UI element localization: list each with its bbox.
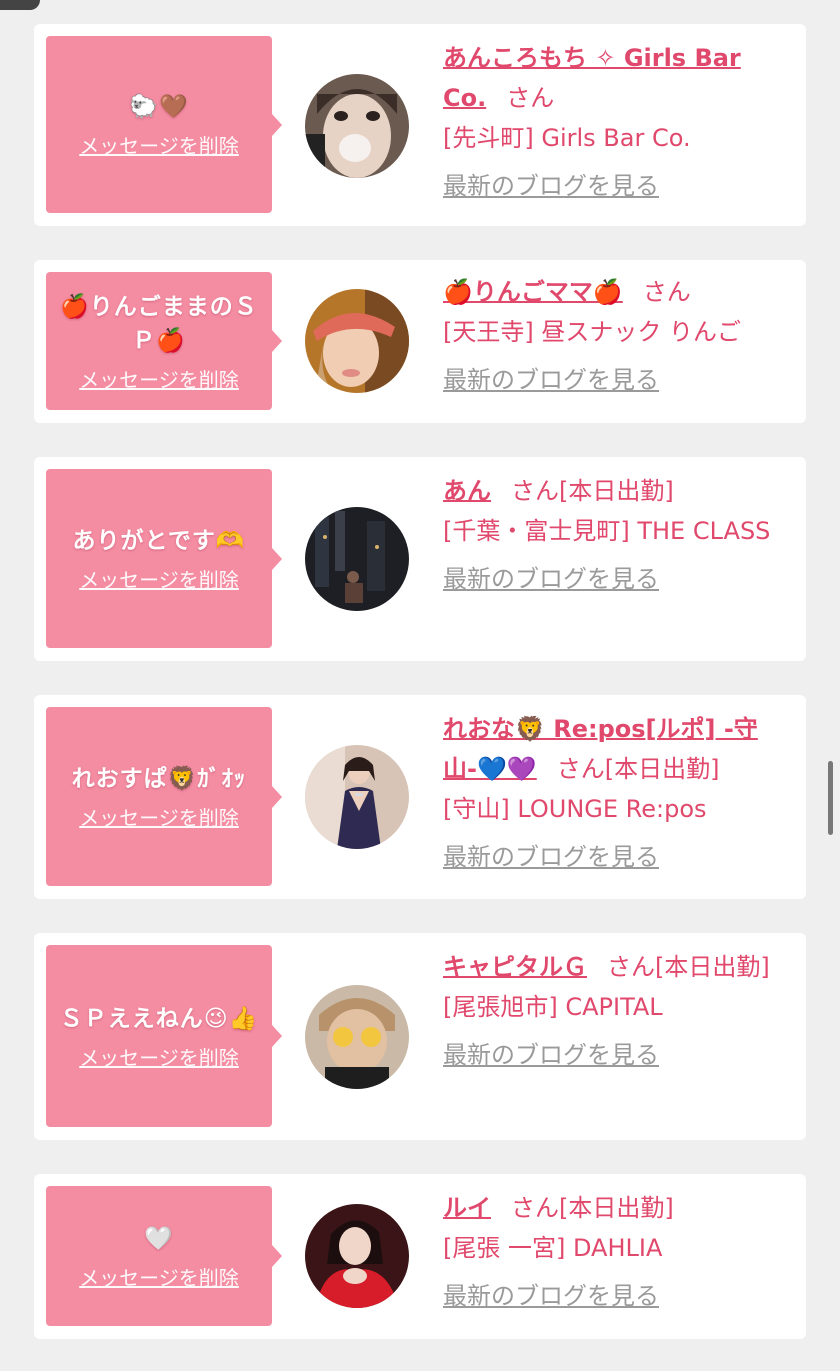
shop-name: [先斗町] Girls Bar Co.	[443, 124, 691, 152]
delete-message-link[interactable]: メッセージを削除	[79, 364, 239, 393]
cast-name-link[interactable]: あん	[443, 477, 491, 505]
shop-name: [尾張旭市] CAPITAL	[443, 993, 663, 1021]
message-card: れおすぱ🦁ｶﾞｵｯ メッセージを削除 れおな🦁 Re:pos[ルポ] -守山-💙…	[34, 695, 806, 899]
avatar[interactable]	[305, 289, 409, 393]
san-suffix: さん	[511, 1194, 559, 1222]
shop-name: [尾張 一宮] DAHLIA	[443, 1234, 663, 1262]
avatar-photo	[305, 745, 409, 849]
scrollbar[interactable]	[828, 761, 833, 835]
message-card: 🐑🤎 メッセージを削除 あんころもち ✧ Girls Bar Co. さん [先斗…	[34, 24, 806, 226]
cast-info: キャピタルＧ さん[本日出勤] [尾張旭市] CAPITAL 最新のブログを見る	[443, 947, 783, 1075]
message-text: ＳＰええねん😉👍	[59, 1005, 259, 1032]
message-bubble: れおすぱ🦁ｶﾞｵｯ メッセージを削除	[46, 707, 282, 886]
cast-name-link[interactable]: 🍎りんごママ🍎	[443, 278, 623, 306]
work-status: [本日出勤]	[655, 953, 770, 981]
latest-blog-link[interactable]: 最新のブログを見る	[443, 1035, 783, 1075]
message-text: ありがとです🫶	[72, 528, 246, 554]
message-text: れおすぱ🦁ｶﾞｵｯ	[71, 766, 247, 792]
message-bubble: 🤍 メッセージを削除	[46, 1186, 282, 1326]
avatar-photo	[305, 289, 409, 393]
message-bubble: ありがとです🫶 メッセージを削除	[46, 469, 282, 648]
shop-name: [千葉・富士見町] THE CLASS	[443, 517, 771, 545]
latest-blog-link[interactable]: 最新のブログを見る	[443, 837, 783, 877]
avatar-photo	[305, 1204, 409, 1308]
delete-message-link[interactable]: メッセージを削除	[79, 802, 239, 831]
cast-name-link[interactable]: あんころもち ✧ Girls Bar Co.	[443, 44, 741, 112]
message-text: 🍎りんごままのＳＰ🍎	[60, 293, 258, 354]
message-text: 🤍	[144, 1225, 174, 1252]
cast-info: あん さん[本日出勤] [千葉・富士見町] THE CLASS 最新のブログを見る	[443, 471, 783, 599]
work-status: [本日出勤]	[559, 1194, 674, 1222]
avatar[interactable]	[305, 507, 409, 611]
top-corner-shade	[0, 0, 40, 10]
message-card: 🤍 メッセージを削除 ルイ さん[本日出勤] [尾張 一宮] DAHLIA 最新の…	[34, 1174, 806, 1339]
message-bubble: 🍎りんごままのＳＰ🍎 メッセージを削除	[46, 272, 282, 410]
san-suffix: さん	[511, 477, 559, 505]
delete-message-link[interactable]: メッセージを削除	[79, 564, 239, 593]
work-status: [本日出勤]	[604, 755, 720, 783]
san-suffix: さん	[556, 755, 605, 783]
cast-info: あんころもち ✧ Girls Bar Co. さん [先斗町] Girls Bar…	[443, 38, 783, 206]
message-card: ＳＰええねん😉👍 メッセージを削除 キャピタルＧ さん[本日出勤] [尾張旭市] …	[34, 933, 806, 1140]
cast-info: 🍎りんごママ🍎 さん [天王寺] 昼スナック りんご 最新のブログを見る	[443, 272, 783, 400]
latest-blog-link[interactable]: 最新のブログを見る	[443, 360, 783, 400]
delete-message-link[interactable]: メッセージを削除	[79, 1262, 239, 1291]
avatar-photo	[305, 507, 409, 611]
shop-name: [天王寺] 昼スナック りんご	[443, 318, 741, 346]
avatar[interactable]	[305, 745, 409, 849]
work-status: [本日出勤]	[559, 477, 674, 505]
avatar[interactable]	[305, 1204, 409, 1308]
cast-info: れおな🦁 Re:pos[ルポ] -守山-💙💜 さん[本日出勤] [守山] LOUN…	[443, 709, 783, 877]
message-card: ありがとです🫶 メッセージを削除 あん さん[本日出勤] [千葉・富士見町] TH…	[34, 457, 806, 661]
cast-info: ルイ さん[本日出勤] [尾張 一宮] DAHLIA 最新のブログを見る	[443, 1188, 783, 1316]
shop-name: [守山] LOUNGE Re:pos	[443, 795, 707, 823]
san-suffix: さん	[607, 953, 655, 981]
message-card: 🍎りんごままのＳＰ🍎 メッセージを削除 🍎りんごママ🍎 さん [天王寺] 昼スナッ…	[34, 260, 806, 423]
avatar-photo	[305, 985, 409, 1089]
message-bubble: ＳＰええねん😉👍 メッセージを削除	[46, 945, 282, 1127]
latest-blog-link[interactable]: 最新のブログを見る	[443, 1276, 783, 1316]
delete-message-link[interactable]: メッセージを削除	[79, 130, 239, 159]
latest-blog-link[interactable]: 最新のブログを見る	[443, 166, 783, 206]
avatar[interactable]	[305, 74, 409, 178]
delete-message-link[interactable]: メッセージを削除	[79, 1042, 239, 1071]
avatar-photo	[305, 74, 409, 178]
message-bubble: 🐑🤎 メッセージを削除	[46, 36, 282, 213]
cast-name-link[interactable]: ルイ	[443, 1194, 491, 1222]
cast-name-link[interactable]: キャピタルＧ	[443, 953, 587, 981]
message-text: 🐑🤎	[129, 94, 189, 120]
san-suffix: さん	[642, 278, 691, 306]
san-suffix: さん	[506, 84, 555, 112]
latest-blog-link[interactable]: 最新のブログを見る	[443, 559, 783, 599]
avatar[interactable]	[305, 985, 409, 1089]
